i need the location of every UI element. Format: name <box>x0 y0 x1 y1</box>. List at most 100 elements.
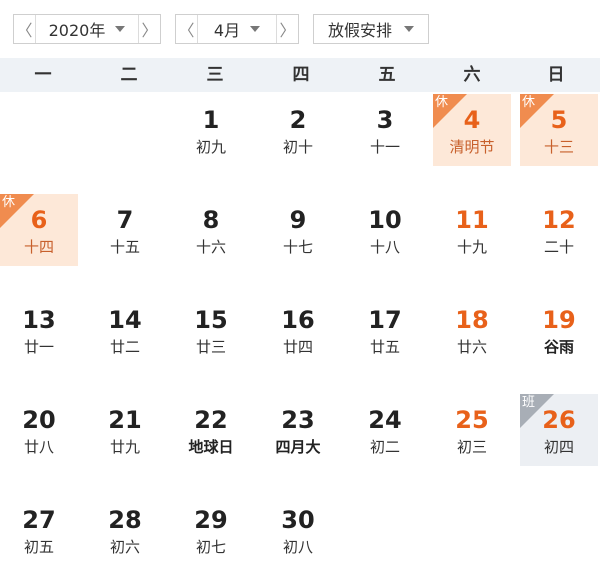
weekday-header: 一 二 三 四 五 六 日 <box>0 58 600 92</box>
badge-label: 休 <box>2 195 16 210</box>
day-cell-5[interactable]: 休 5 十三 <box>520 94 598 166</box>
lunar-date: 廿一 <box>23 338 54 356</box>
lunar-date: 十一 <box>369 138 400 156</box>
day-number: 10 <box>368 206 402 234</box>
lunar-date: 十四 <box>23 238 54 256</box>
holiday-schedule-label: 放假安排 <box>327 21 392 40</box>
day-number: 21 <box>108 406 142 434</box>
lunar-date: 廿五 <box>369 338 400 356</box>
day-cell-28[interactable]: 28 初六 <box>86 494 164 566</box>
chevron-right-icon: 〉 <box>141 21 158 40</box>
lunar-date: 廿三 <box>195 338 226 356</box>
day-cell-3[interactable]: 3 十一 <box>346 94 424 166</box>
lunar-date: 初六 <box>109 538 140 556</box>
day-number: 23 <box>281 406 315 434</box>
day-number: 16 <box>281 306 315 334</box>
lunar-date: 二十 <box>543 238 574 256</box>
next-year-button[interactable]: 〉 <box>138 15 160 43</box>
lunar-date: 十三 <box>543 138 574 156</box>
day-number: 20 <box>22 406 56 434</box>
chevron-left-icon: 〈 <box>16 21 33 40</box>
day-cell-27[interactable]: 27 初五 <box>0 494 78 566</box>
year-dropdown[interactable]: 2020年 <box>36 15 138 43</box>
lunar-date: 廿六 <box>456 338 487 356</box>
weekday-fri: 五 <box>378 65 396 85</box>
caret-down-icon <box>404 26 414 32</box>
badge-label: 班 <box>522 395 536 410</box>
day-number: 18 <box>455 306 489 334</box>
day-cell-25[interactable]: 25 初三 <box>433 394 511 466</box>
day-number: 22 <box>194 406 228 434</box>
day-cell-9[interactable]: 9 十七 <box>259 194 337 266</box>
day-cell-8[interactable]: 8 十六 <box>172 194 250 266</box>
day-number: 13 <box>22 306 56 334</box>
day-number: 3 <box>376 106 394 134</box>
weekday-wed: 三 <box>206 65 224 85</box>
day-cell-22[interactable]: 22 地球日 <box>172 394 250 466</box>
lunar-date: 初三 <box>456 438 487 456</box>
day-cell-6[interactable]: 休 6 十四 <box>0 194 78 266</box>
lunar-date: 廿二 <box>109 338 140 356</box>
weekday-tue: 二 <box>120 65 138 85</box>
year-label: 2020年 <box>48 21 106 40</box>
lunar-date: 初八 <box>282 538 313 556</box>
month-selector: 〈 4月 〉 <box>175 14 299 44</box>
day-number: 7 <box>116 206 134 234</box>
day-cell-17[interactable]: 17 廿五 <box>346 294 424 366</box>
day-number: 19 <box>542 306 576 334</box>
day-cell-2[interactable]: 2 初十 <box>259 94 337 166</box>
chevron-left-icon: 〈 <box>178 21 195 40</box>
lunar-date: 初七 <box>195 538 226 556</box>
day-cell-14[interactable]: 14 廿二 <box>86 294 164 366</box>
lunar-date: 廿九 <box>109 438 140 456</box>
badge-label: 休 <box>522 95 536 110</box>
day-cell-23[interactable]: 23 四月大 <box>259 394 337 466</box>
lunar-date: 廿八 <box>23 438 54 456</box>
day-cell-7[interactable]: 7 十五 <box>86 194 164 266</box>
day-cell-19[interactable]: 19 谷雨 <box>520 294 598 366</box>
weekday-thu: 四 <box>292 65 310 85</box>
lunar-date: 初四 <box>543 438 574 456</box>
lunar-date: 四月大 <box>275 438 321 456</box>
day-number: 24 <box>368 406 402 434</box>
weekday-sun: 日 <box>547 65 565 85</box>
prev-year-button[interactable]: 〈 <box>14 15 36 43</box>
month-label: 4月 <box>213 21 241 40</box>
day-cell-13[interactable]: 13 廿一 <box>0 294 78 366</box>
badge-label: 休 <box>435 95 449 110</box>
day-cell-18[interactable]: 18 廿六 <box>433 294 511 366</box>
day-cell-21[interactable]: 21 廿九 <box>86 394 164 466</box>
day-cell-15[interactable]: 15 廿三 <box>172 294 250 366</box>
day-number: 11 <box>455 206 489 234</box>
holiday-schedule-dropdown[interactable]: 放假安排 <box>313 14 429 44</box>
day-number: 28 <box>108 506 142 534</box>
lunar-date: 十九 <box>456 238 487 256</box>
day-cell-12[interactable]: 12 二十 <box>520 194 598 266</box>
day-cell-26[interactable]: 班 26 初四 <box>520 394 598 466</box>
day-number: 8 <box>202 206 220 234</box>
day-number: 17 <box>368 306 402 334</box>
prev-month-button[interactable]: 〈 <box>176 15 198 43</box>
month-dropdown[interactable]: 4月 <box>198 15 276 43</box>
day-number: 15 <box>194 306 228 334</box>
lunar-date: 初五 <box>23 538 54 556</box>
day-cell-1[interactable]: 1 初九 <box>172 94 250 166</box>
lunar-date: 初十 <box>282 138 313 156</box>
day-cell-11[interactable]: 11 十九 <box>433 194 511 266</box>
day-number: 29 <box>194 506 228 534</box>
day-number: 27 <box>22 506 56 534</box>
day-cell-20[interactable]: 20 廿八 <box>0 394 78 466</box>
caret-down-icon <box>115 26 126 32</box>
day-cell-29[interactable]: 29 初七 <box>172 494 250 566</box>
day-cell-30[interactable]: 30 初八 <box>259 494 337 566</box>
weekday-sat: 六 <box>463 65 481 85</box>
lunar-date: 十八 <box>369 238 400 256</box>
day-cell-24[interactable]: 24 初二 <box>346 394 424 466</box>
day-cell-16[interactable]: 16 廿四 <box>259 294 337 366</box>
next-month-button[interactable]: 〉 <box>276 15 298 43</box>
lunar-date: 十六 <box>195 238 226 256</box>
day-cell-4[interactable]: 休 4 清明节 <box>433 94 511 166</box>
day-cell-10[interactable]: 10 十八 <box>346 194 424 266</box>
day-number: 14 <box>108 306 142 334</box>
lunar-date: 十五 <box>109 238 140 256</box>
